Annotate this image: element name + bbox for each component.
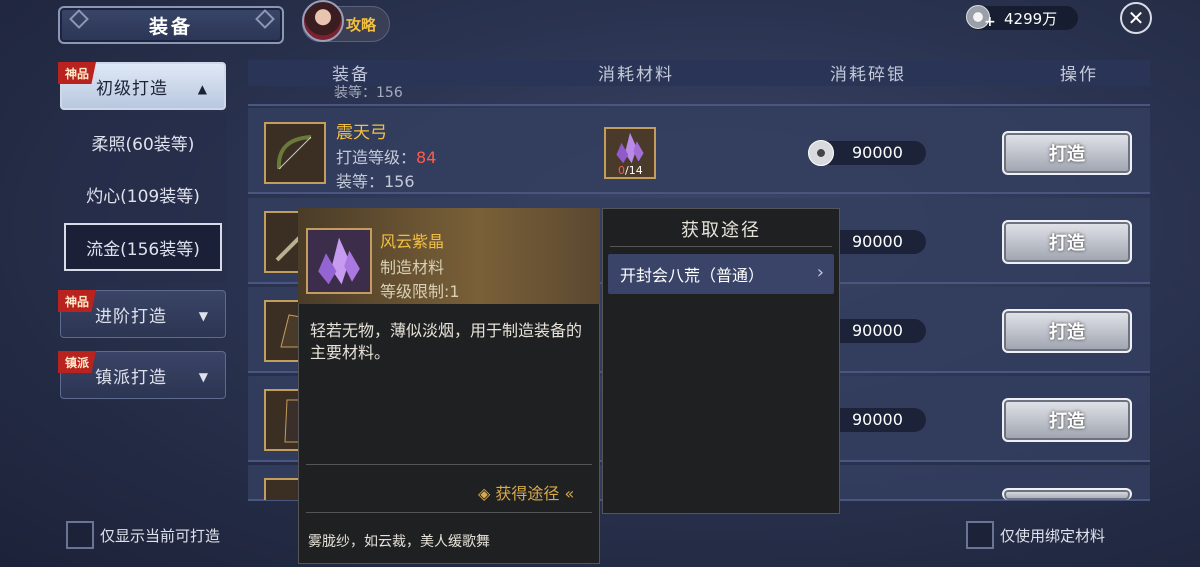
divider xyxy=(610,246,832,247)
chevron-right-icon: › xyxy=(816,262,824,283)
tooltip-description: 轻若无物，薄似淡烟，用于制造装备的主要材料。 xyxy=(310,321,583,362)
column-header-silver: 消耗碎银 xyxy=(830,65,906,85)
tooltip-item-slot xyxy=(306,228,372,294)
tooltip-item-name: 风云紫晶 xyxy=(380,232,445,251)
craft-button[interactable]: 打造 xyxy=(1002,398,1132,442)
collapse-arrow-icon: ▲ xyxy=(197,82,208,96)
row-divider xyxy=(248,104,1150,106)
show-craftable-label: 仅显示当前可打造 xyxy=(100,527,221,545)
tooltip-level-limit: 等级限制:1 xyxy=(380,282,460,301)
guide-label[interactable]: 攻略 xyxy=(346,14,376,35)
partial-row-equip-level: 装等：156 xyxy=(334,85,403,101)
tag-divine: 神品 xyxy=(58,62,96,84)
menu-sect-craft-label: 镇派打造 xyxy=(95,367,167,388)
craft-level-label: 打造等级： xyxy=(336,148,417,167)
material-needed: /14 xyxy=(625,164,643,177)
silver-coin-icon xyxy=(808,140,834,166)
obtain-source-label: 获得途径 xyxy=(495,484,560,503)
material-owned: 0 xyxy=(618,164,625,177)
guide-avatar[interactable] xyxy=(302,0,344,42)
tooltip-flavor-text: 雾胧纱，如云裁，美人缓歌舞 xyxy=(308,534,490,550)
add-currency-icon[interactable]: + xyxy=(984,14,996,30)
double-chevron-left-icon: « xyxy=(559,484,575,503)
craft-button[interactable] xyxy=(1002,488,1132,500)
equipment-slot[interactable] xyxy=(264,122,326,184)
silver-cost-value: 90000 xyxy=(852,410,903,429)
submenu-item-rouzhao[interactable]: 柔照(60装等) xyxy=(60,120,226,164)
craft-level-value: 84 xyxy=(416,148,437,167)
tag-sect: 镇派 xyxy=(58,351,96,373)
tag-divine-advanced: 神品 xyxy=(58,290,96,312)
craft-button[interactable]: 打造 xyxy=(1002,220,1132,264)
crystal-icon xyxy=(318,237,360,285)
bow-icon xyxy=(276,135,312,170)
craft-button[interactable]: 打造 xyxy=(1002,131,1132,175)
currency-amount: 4299万 xyxy=(1004,10,1058,28)
close-icon: ✕ xyxy=(1127,6,1145,30)
page-title: 装备 xyxy=(58,6,284,44)
tooltip-item-type: 制造材料 xyxy=(380,258,445,277)
source-panel-title: 获取途径 xyxy=(681,220,761,241)
divider xyxy=(306,464,592,465)
crystal-icon xyxy=(616,132,644,164)
submenu-item-zhuoxin[interactable]: 灼心(109装等) xyxy=(60,172,226,216)
column-header-action: 操作 xyxy=(1060,65,1098,85)
expand-arrow-icon: ▼ xyxy=(198,309,209,323)
column-header-material: 消耗材料 xyxy=(598,65,674,85)
equipment-name: 震天弓 xyxy=(336,123,387,143)
show-craftable-checkbox[interactable] xyxy=(66,521,94,549)
menu-advanced-craft-label: 进阶打造 xyxy=(95,306,167,327)
source-coin-icon: ◈ xyxy=(478,484,496,503)
silver-cost-value: 90000 xyxy=(852,321,903,340)
obtain-source-link[interactable]: ◈ 获得途径 « xyxy=(478,480,574,504)
source-item-kaifeng[interactable]: 开封会八荒（普通） › xyxy=(608,254,834,294)
menu-basic-craft-label: 初级打造 xyxy=(96,78,168,99)
silver-cost-value: 90000 xyxy=(852,232,903,251)
expand-arrow-icon: ▼ xyxy=(198,370,209,384)
bound-materials-checkbox[interactable] xyxy=(966,521,994,549)
craft-level-line: 打造等级：84 xyxy=(336,144,436,168)
divider xyxy=(306,512,592,513)
bound-materials-label: 仅使用绑定材料 xyxy=(1000,527,1106,545)
close-button[interactable]: ✕ xyxy=(1120,2,1152,34)
craft-button[interactable]: 打造 xyxy=(1002,309,1132,353)
silver-cost-value: 90000 xyxy=(852,143,903,162)
material-count: 0/14 xyxy=(618,164,643,177)
submenu-item-liujin[interactable]: 流金(156装等) xyxy=(64,223,222,271)
source-item-label: 开封会八荒（普通） xyxy=(620,266,765,285)
equip-level: 装等：156 xyxy=(336,172,415,191)
